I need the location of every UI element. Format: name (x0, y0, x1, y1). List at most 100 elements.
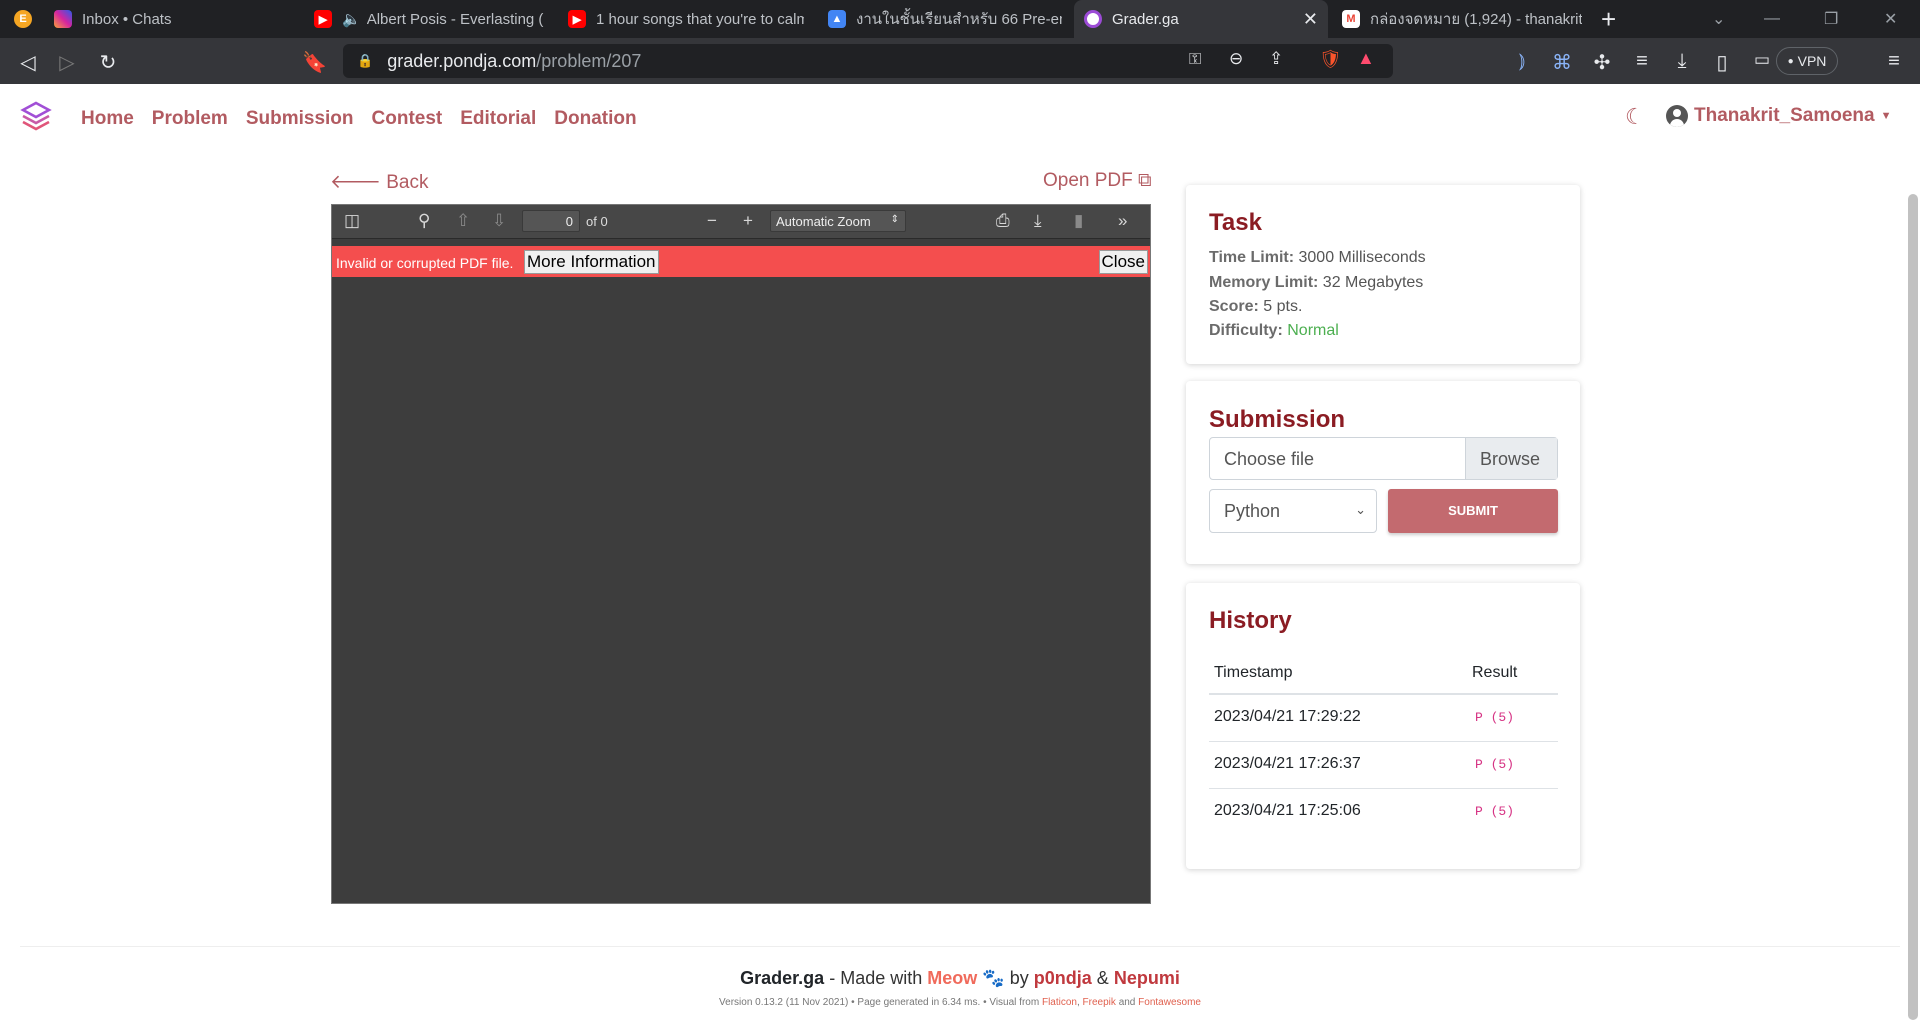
zoom-icon[interactable]: ⊖ (1229, 49, 1243, 69)
credit-freepik[interactable]: Freepik (1083, 997, 1116, 1008)
zoom-value: Automatic Zoom (776, 214, 871, 229)
pdf-error-bar: Invalid or corrupted PDF file. More Info… (332, 246, 1150, 277)
wallet-icon[interactable]: ▭ (1750, 50, 1774, 70)
download-icon[interactable]: ⤓ (1034, 211, 1042, 231)
tab-title: กล่องจดหมาย (1,924) - thanakrits (1370, 11, 1582, 28)
submit-button[interactable]: SUBMIT (1388, 489, 1558, 533)
table-row[interactable]: 2023/04/21 17:25:06 P (5) (1209, 789, 1558, 836)
score-value: 5 pts. (1263, 298, 1303, 315)
nav-home[interactable]: Home (81, 108, 134, 130)
forward-nav-icon[interactable]: ▷ (55, 50, 79, 75)
translate-icon[interactable]: ⌘ (1550, 50, 1574, 75)
row-result[interactable]: P (5) (1475, 757, 1514, 772)
file-upload-input[interactable]: Choose file Browse (1209, 437, 1558, 480)
nav-editorial[interactable]: Editorial (460, 108, 536, 130)
next-page-icon[interactable]: ⇩ (492, 211, 506, 231)
back-nav-icon[interactable]: ◁ (16, 50, 40, 75)
footer-author-2[interactable]: Nepumi (1114, 968, 1180, 988)
tools-chevron-icon[interactable]: » (1118, 211, 1127, 231)
extensions-icon[interactable]: ✣ (1590, 50, 1614, 75)
nav-links: Home Problem Submission Contest Editoria… (81, 108, 655, 130)
credit-flaticon[interactable]: Flaticon (1042, 997, 1077, 1008)
share-icon[interactable]: ⇪ (1269, 49, 1283, 69)
tab-youtube-1[interactable]: ▶ 🔈 Albert Posis - Everlasting (O (304, 0, 554, 38)
bookmark-icon[interactable]: 🔖 (302, 50, 327, 75)
grader-logo-icon[interactable] (20, 101, 52, 133)
nav-contest[interactable]: Contest (372, 108, 443, 130)
footer-author-1[interactable]: p0ndja (1034, 968, 1092, 988)
credit-and: and (1118, 997, 1136, 1008)
reload-icon[interactable]: ↻ (96, 50, 120, 75)
browse-button[interactable]: Browse (1465, 438, 1557, 479)
page-scrollbar[interactable] (1908, 194, 1918, 1020)
playlist-icon[interactable]: ≡ (1630, 50, 1654, 73)
open-pdf-link[interactable]: Open PDF ⧉ (1043, 170, 1152, 192)
window-close-icon[interactable]: ✕ (1884, 0, 1897, 38)
new-tab-icon[interactable]: + (1601, 4, 1616, 35)
sidebar-icon[interactable]: ▯ (1710, 50, 1734, 75)
nav-problem[interactable]: Problem (152, 108, 228, 130)
tab-title: Albert Posis - Everlasting (O (366, 10, 544, 28)
page-count: of 0 (586, 214, 608, 229)
print-icon[interactable]: ⎙ (996, 211, 1010, 231)
previous-page-icon[interactable]: ⇧ (456, 211, 470, 231)
page-number-input[interactable]: 0 (522, 210, 580, 232)
nav-submission[interactable]: Submission (246, 108, 354, 130)
sidebar-toggle-icon[interactable]: ◫ (344, 211, 360, 231)
task-card: Task Time Limit: 3000 Milliseconds Memor… (1186, 185, 1580, 364)
profile-icon: E (14, 10, 32, 28)
address-bar[interactable]: 🔒 grader.pondja.com/problem/207 ⚿ ⊖ ⇪ 🛡 … (343, 44, 1393, 78)
version-text: Version 0.13.2 (11 Nov 2021) • Page gene… (719, 997, 1040, 1008)
zoom-select[interactable]: Automatic Zoom ⇕ (770, 210, 906, 232)
speaker-icon: 🔈 (342, 11, 361, 28)
tab-search-icon[interactable]: ⌄ (1712, 0, 1725, 38)
menu-icon[interactable]: ≡ (1882, 50, 1906, 73)
minimize-icon[interactable]: — (1764, 0, 1780, 38)
back-link[interactable]: 🡐 Back (330, 170, 428, 194)
key-icon[interactable]: ⚿ (1189, 51, 1201, 69)
footer-meow[interactable]: Meow (927, 968, 977, 988)
user-menu[interactable]: Thanakrit_Samoena ▼ (1666, 105, 1891, 127)
profile-avatar[interactable]: E (10, 0, 40, 38)
footer-brand[interactable]: Grader.ga (740, 968, 824, 988)
tab-instagram[interactable]: Inbox • Chats (44, 0, 304, 38)
submission-heading: Submission (1209, 406, 1346, 433)
arrow-left-icon: 🡐 (330, 172, 381, 193)
tab-gmail[interactable]: M กล่องจดหมาย (1,924) - thanakrits (1332, 0, 1592, 38)
more-information-button[interactable]: More Information (524, 250, 659, 274)
time-limit-row: Time Limit: 3000 Milliseconds (1209, 249, 1426, 267)
dark-mode-moon-icon[interactable]: ☾ (1625, 104, 1645, 130)
history-card: History Timestamp Result 2023/04/21 17:2… (1186, 583, 1580, 869)
wallet-connect-icon[interactable]: ⦆ (1510, 50, 1534, 73)
language-select[interactable]: Python ⌄ (1209, 489, 1377, 533)
tab-title: 1 hour songs that you're to calm (596, 10, 804, 28)
close-tab-icon[interactable]: ✕ (1303, 9, 1318, 30)
row-timestamp: 2023/04/21 17:29:22 (1214, 708, 1361, 725)
vpn-label: VPN (1797, 53, 1827, 69)
tab-classroom[interactable]: ▲ งานในชั้นเรียนสำหรับ 66 Pre-en Co (818, 0, 1072, 38)
brave-shield-icon[interactable]: 🛡 (1319, 49, 1342, 70)
table-row[interactable]: 2023/04/21 17:26:37 P (5) (1209, 742, 1558, 789)
table-row[interactable]: 2023/04/21 17:29:22 P (5) (1209, 695, 1558, 742)
tab-grader[interactable]: Grader.ga ✕ (1074, 0, 1328, 38)
site-navbar: Home Problem Submission Contest Editoria… (0, 84, 1900, 150)
vpn-button[interactable]: ● VPN (1776, 47, 1838, 75)
open-pdf-label: Open PDF (1043, 170, 1133, 191)
zoom-in-icon[interactable]: + (743, 211, 753, 231)
external-link-icon: ⧉ (1138, 170, 1152, 191)
brave-rewards-icon[interactable]: ▲ (1357, 48, 1375, 69)
pdf-viewer[interactable]: ◫ ⚲ ⇧ ⇩ 0 of 0 − + Automatic Zoom ⇕ ⎙ ⤓ … (331, 204, 1151, 904)
credit-fontawesome[interactable]: Fontawesome (1138, 997, 1201, 1008)
row-result[interactable]: P (5) (1475, 804, 1514, 819)
restore-icon[interactable]: ❐ (1824, 0, 1838, 38)
find-icon[interactable]: ⚲ (418, 211, 430, 231)
downloads-icon[interactable]: ⤓ (1670, 50, 1694, 73)
row-result[interactable]: P (5) (1475, 710, 1514, 725)
zoom-out-icon[interactable]: − (707, 211, 717, 231)
tab-youtube-2[interactable]: ▶ 1 hour songs that you're to calm (558, 0, 814, 38)
nav-donation[interactable]: Donation (554, 108, 636, 130)
close-error-button[interactable]: Close (1098, 250, 1148, 274)
youtube-icon: ▶ (568, 10, 586, 28)
tab-title: งานในชั้นเรียนสำหรับ 66 Pre-en Co (856, 11, 1062, 28)
bookmark-icon[interactable]: ▮ (1074, 211, 1083, 231)
